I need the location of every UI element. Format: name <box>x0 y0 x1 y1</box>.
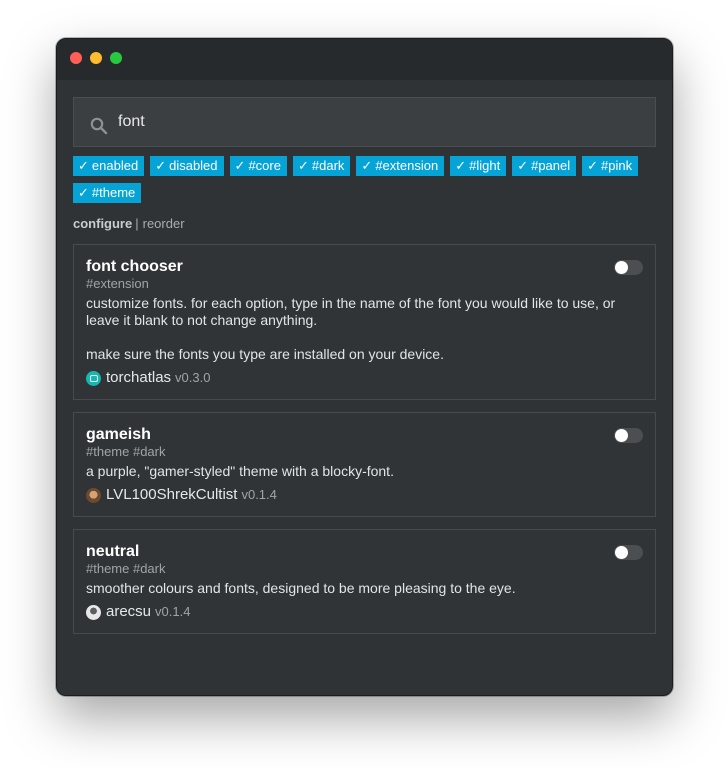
maximize-window-button[interactable] <box>110 52 122 64</box>
toggle-knob <box>615 261 628 274</box>
check-icon: ✓ <box>455 158 467 173</box>
extension-author: LVL100ShrekCultist v0.1.4 <box>86 486 643 504</box>
search-input[interactable] <box>118 98 638 146</box>
title-bar <box>57 39 672 80</box>
search-icon <box>90 117 108 135</box>
extension-description: customize fonts. for each option, type i… <box>86 295 643 363</box>
extension-card-gameish: gameish #theme #dark a purple, "gamer-st… <box>73 412 656 517</box>
filter-label: disabled <box>169 158 218 173</box>
extension-title: font chooser <box>86 258 183 275</box>
extension-version: v0.1.4 <box>241 487 277 502</box>
extension-description: a purple, "gamer-styled" theme with a bl… <box>86 463 643 480</box>
description-paragraph: make sure the fonts you type are install… <box>86 346 444 362</box>
filter-pink[interactable]: ✓ #pink <box>582 156 639 176</box>
configure-mode-link[interactable]: configure <box>73 216 132 231</box>
filter-core[interactable]: ✓ #core <box>229 156 287 176</box>
extension-tags: #extension <box>86 276 149 291</box>
search-bar <box>73 97 656 147</box>
author-avatar <box>86 604 101 620</box>
check-icon: ✓ <box>361 158 373 173</box>
enable-toggle[interactable] <box>614 428 643 443</box>
minimize-window-button[interactable] <box>90 52 102 64</box>
main-content: ✓enabled ✓disabled ✓#core ✓#dark ✓#exten… <box>73 97 656 634</box>
filter-label: #pink <box>601 158 633 173</box>
check-icon: ✓ <box>517 158 529 173</box>
toggle-knob <box>615 546 628 559</box>
close-window-button[interactable] <box>70 52 82 64</box>
extension-card-font-chooser: font chooser #extension customize fonts.… <box>73 244 656 400</box>
filter-label: #light <box>469 158 501 173</box>
filter-label: #extension <box>375 158 439 173</box>
filter-dark[interactable]: ✓ #dark <box>292 156 351 176</box>
app-window: ✓enabled ✓disabled ✓#core ✓#dark ✓#exten… <box>56 38 673 696</box>
filter-label: #dark <box>311 158 345 173</box>
check-icon: ✓ <box>234 158 246 173</box>
filter-label: enabled <box>91 158 139 173</box>
filter-label: #theme <box>91 185 136 200</box>
filter-light[interactable]: ✓ #light <box>450 156 507 176</box>
filter-label: #core <box>248 158 281 173</box>
author-avatar <box>86 370 101 386</box>
extension-tags: #theme #dark <box>86 561 166 576</box>
author-name[interactable]: torchatlas <box>106 369 171 387</box>
extension-title: gameish <box>86 426 151 443</box>
extension-author: torchatlas v0.3.0 <box>86 369 643 387</box>
check-icon: ✓ <box>587 158 599 173</box>
mode-separator: | <box>135 216 139 231</box>
check-icon: ✓ <box>78 158 89 173</box>
extension-author: arecsu v0.1.4 <box>86 603 643 621</box>
author-name[interactable]: LVL100ShrekCultist <box>106 486 237 504</box>
author-name[interactable]: arecsu <box>106 603 151 621</box>
check-icon: ✓ <box>78 185 89 200</box>
filter-label: #panel <box>531 158 571 173</box>
extension-description: smoother colours and fonts, designed to … <box>86 580 643 597</box>
filter-disabled[interactable]: ✓ disabled <box>150 156 224 176</box>
extension-tags: #theme #dark <box>86 444 166 459</box>
check-icon: ✓ <box>155 158 167 173</box>
description-paragraph: smoother colours and fonts, designed to … <box>86 580 516 596</box>
description-paragraph: a purple, "gamer-styled" theme with a bl… <box>86 463 394 479</box>
filter-enabled[interactable]: ✓ enabled <box>73 156 145 176</box>
mode-switch: configure | reorder <box>73 216 656 231</box>
enable-toggle[interactable] <box>614 545 643 560</box>
filter-tags: ✓ enabled ✓ disabled ✓ #core ✓ #dark ✓ #exten… <box>73 156 656 203</box>
toggle-knob <box>615 429 628 442</box>
filter-theme[interactable]: ✓ #theme <box>73 183 142 203</box>
description-paragraph: customize fonts. for each option, type i… <box>86 295 616 328</box>
extension-title: neutral <box>86 543 140 560</box>
extension-version: v0.3.0 <box>175 370 211 385</box>
extension-card-neutral: neutral #theme #dark smoother colours an… <box>73 529 656 634</box>
reorder-mode-link[interactable]: reorder <box>143 216 185 231</box>
filter-panel[interactable]: ✓ #panel <box>512 156 577 176</box>
filter-extension[interactable]: ✓ #extension <box>356 156 445 176</box>
enable-toggle[interactable] <box>614 260 643 275</box>
check-icon: ✓ <box>297 158 309 173</box>
extension-version: v0.1.4 <box>155 604 191 619</box>
author-avatar <box>86 487 101 503</box>
